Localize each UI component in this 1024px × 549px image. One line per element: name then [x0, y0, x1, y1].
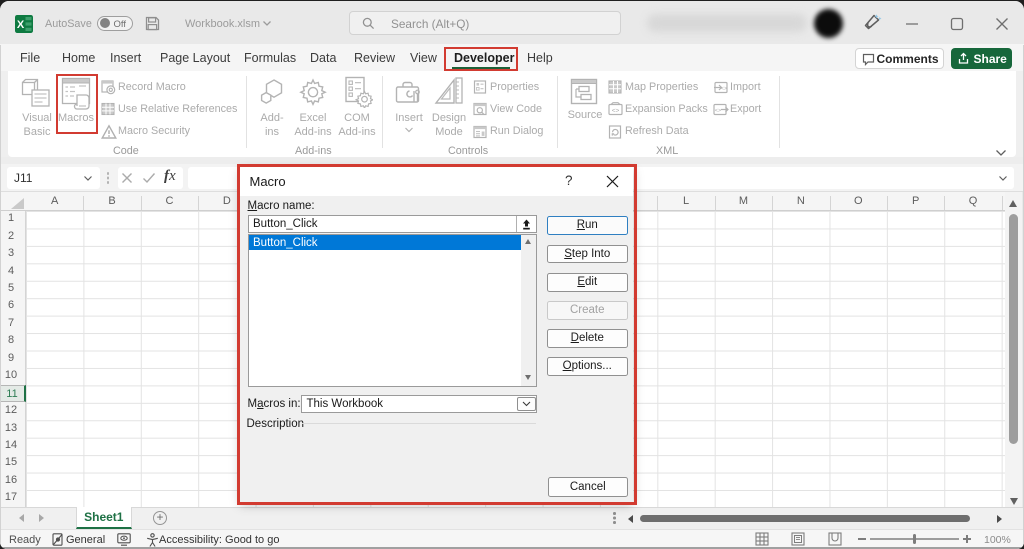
svg-text:X: X — [17, 19, 25, 31]
svg-text:<>: <> — [612, 108, 620, 115]
svg-text:<>: <> — [715, 108, 721, 114]
svg-text:<>: <> — [721, 86, 727, 92]
